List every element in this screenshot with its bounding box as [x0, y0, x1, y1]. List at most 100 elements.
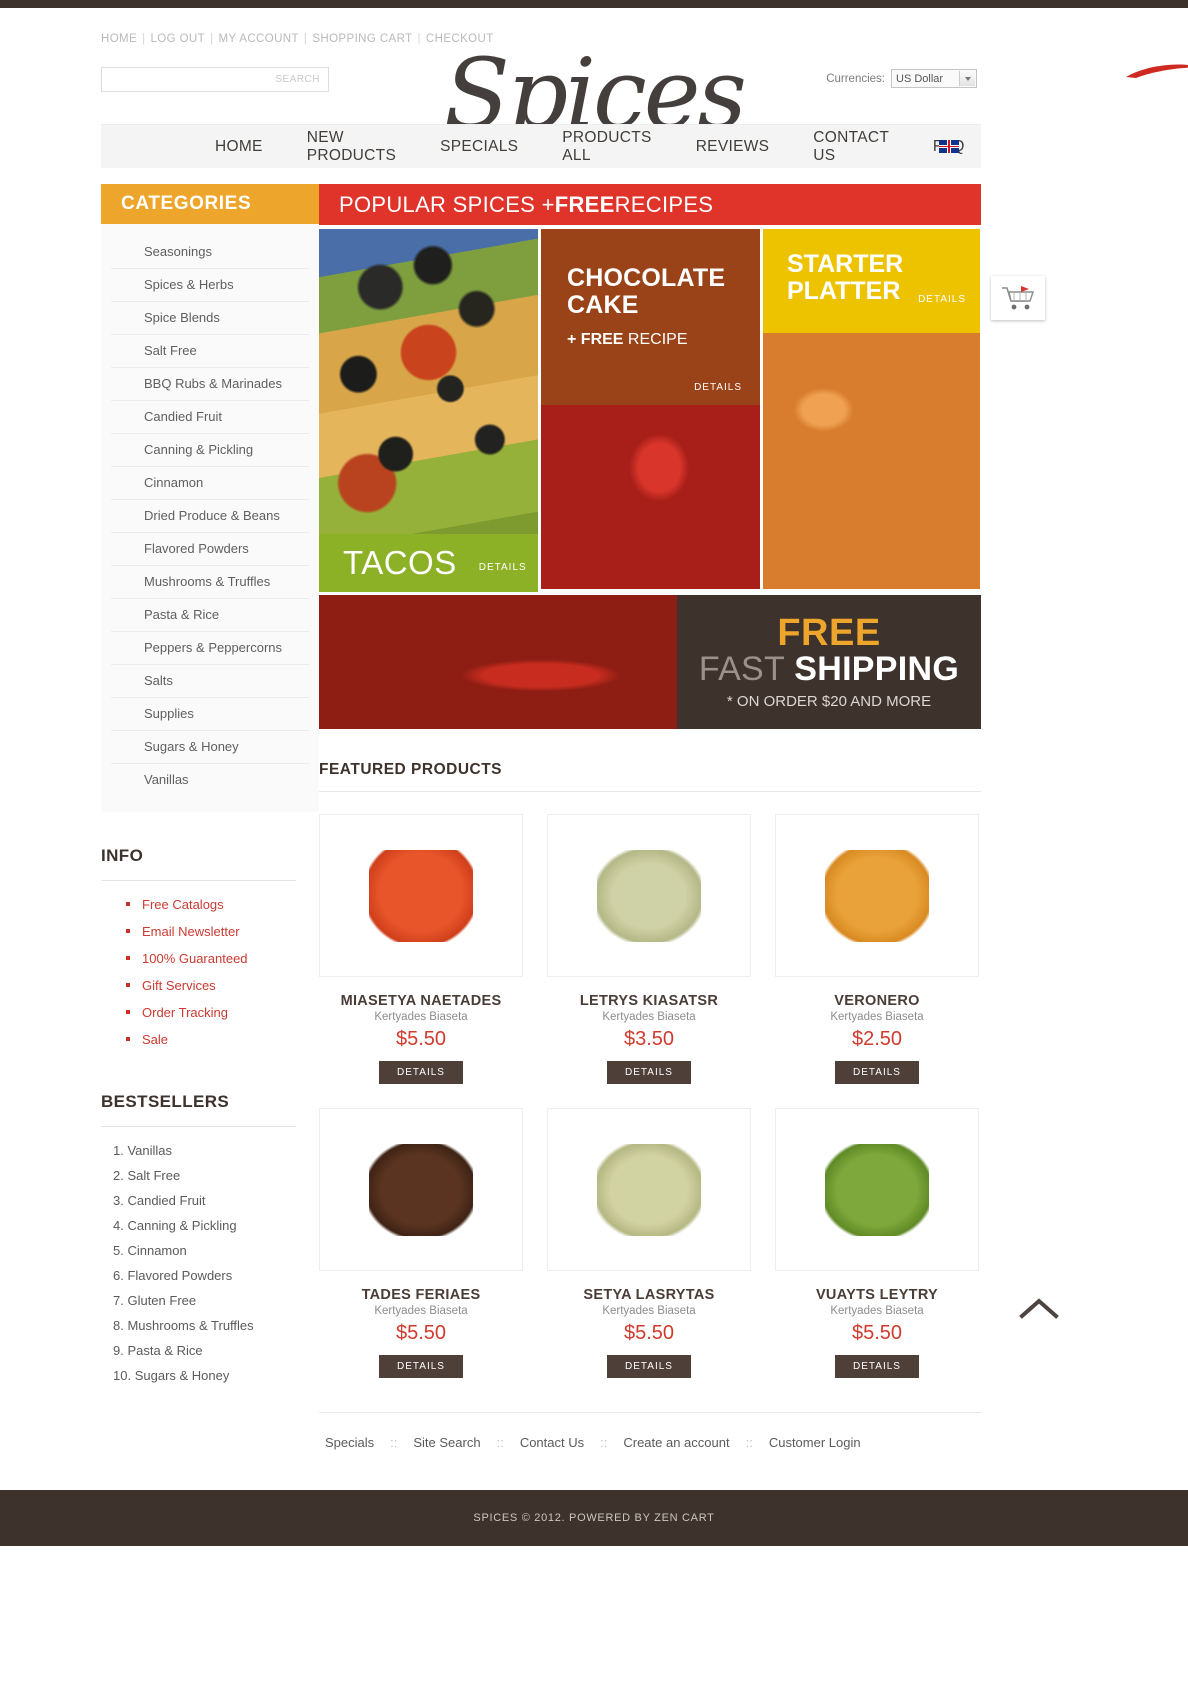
list-item[interactable]: Flavored Powders — [113, 1268, 319, 1293]
category-item[interactable]: Canning & Pickling — [111, 434, 309, 467]
product-image[interactable] — [547, 1108, 751, 1271]
nav-item-new-products[interactable]: NEW PRODUCTS — [285, 129, 418, 165]
category-link[interactable]: Flavored Powders — [144, 541, 249, 556]
product-card[interactable]: TADES FERIAES Kertyades Biaseta $5.50 DE… — [319, 1108, 523, 1378]
list-item[interactable]: Free Catalogs — [126, 896, 319, 923]
category-item[interactable]: Flavored Powders — [111, 533, 309, 566]
product-card[interactable]: VUAYTS LEYTRY Kertyades Biaseta $5.50 DE… — [775, 1108, 979, 1378]
category-item[interactable]: Cinnamon — [111, 467, 309, 500]
list-item[interactable]: Order Tracking — [126, 1004, 319, 1031]
footer-link-contact-us[interactable]: Contact Us — [520, 1435, 584, 1450]
bestseller-link[interactable]: Cinnamon — [127, 1243, 186, 1258]
category-link[interactable]: Dried Produce & Beans — [144, 508, 280, 523]
nav-item-reviews[interactable]: REVIEWS — [674, 138, 792, 156]
category-link[interactable]: Canning & Pickling — [144, 442, 253, 457]
info-link[interactable]: Sale — [142, 1032, 168, 1047]
bestseller-link[interactable]: Salt Free — [127, 1168, 180, 1183]
list-item[interactable]: Sale — [126, 1031, 319, 1058]
category-item[interactable]: Seasonings — [111, 236, 309, 269]
list-item[interactable]: Vanillas — [113, 1143, 319, 1168]
info-link[interactable]: Email Newsletter — [142, 924, 240, 939]
list-item[interactable]: Pasta & Rice — [113, 1343, 319, 1368]
search-button[interactable]: SEARCH — [275, 74, 328, 85]
category-item[interactable]: Supplies — [111, 698, 309, 731]
bestseller-link[interactable]: Sugars & Honey — [135, 1368, 230, 1383]
category-link[interactable]: Salts — [144, 673, 173, 688]
category-item[interactable]: Salt Free — [111, 335, 309, 368]
product-details-button[interactable]: DETAILS — [379, 1355, 463, 1378]
footer-link-create-account[interactable]: Create an account — [623, 1435, 729, 1450]
bestseller-link[interactable]: Pasta & Rice — [127, 1343, 202, 1358]
tacos-details-link[interactable]: DETAILS — [479, 562, 527, 573]
floating-cart-button[interactable] — [991, 276, 1045, 320]
product-details-button[interactable]: DETAILS — [607, 1355, 691, 1378]
utility-link-logout[interactable]: LOG OUT — [151, 33, 206, 45]
info-link[interactable]: 100% Guaranteed — [142, 951, 248, 966]
bestseller-link[interactable]: Candied Fruit — [127, 1193, 205, 1208]
product-card[interactable]: MIASETYA NAETADES Kertyades Biaseta $5.5… — [319, 814, 523, 1084]
list-item[interactable]: Email Newsletter — [126, 923, 319, 950]
nav-item-products-all[interactable]: PRODUCTS ALL — [540, 129, 673, 165]
category-item[interactable]: Peppers & Peppercorns — [111, 632, 309, 665]
footer-link-specials[interactable]: Specials — [325, 1435, 374, 1450]
currency-dropdown[interactable]: US Dollar — [891, 69, 977, 88]
promo-tile-tacos[interactable]: TACOS DETAILS — [319, 229, 538, 592]
category-item[interactable]: Mushrooms & Truffles — [111, 566, 309, 599]
category-link[interactable]: Peppers & Peppercorns — [144, 640, 282, 655]
category-item[interactable]: Candied Fruit — [111, 401, 309, 434]
nav-item-specials[interactable]: SPECIALS — [418, 138, 540, 156]
category-link[interactable]: Pasta & Rice — [144, 607, 219, 622]
list-item[interactable]: Canning & Pickling — [113, 1218, 319, 1243]
scroll-to-top-button[interactable] — [1018, 1293, 1060, 1323]
category-item[interactable]: Sugars & Honey — [111, 731, 309, 764]
category-link[interactable]: Mushrooms & Truffles — [144, 574, 270, 589]
category-link[interactable]: Candied Fruit — [144, 409, 222, 424]
bestseller-link[interactable]: Vanillas — [127, 1143, 172, 1158]
product-image[interactable] — [775, 814, 979, 977]
bestseller-link[interactable]: Canning & Pickling — [127, 1218, 236, 1233]
category-item[interactable]: Pasta & Rice — [111, 599, 309, 632]
shipping-banner[interactable]: FREE FAST SHIPPING * ON ORDER $20 AND MO… — [319, 595, 981, 729]
list-item[interactable]: Salt Free — [113, 1168, 319, 1193]
category-item[interactable]: Salts — [111, 665, 309, 698]
product-image[interactable] — [319, 1108, 523, 1271]
utility-link-my-account[interactable]: MY ACCOUNT — [218, 33, 298, 45]
category-link[interactable]: Spice Blends — [144, 310, 220, 325]
list-item[interactable]: 100% Guaranteed — [126, 950, 319, 977]
category-link[interactable]: Salt Free — [144, 343, 197, 358]
category-link[interactable]: Cinnamon — [144, 475, 203, 490]
chocolate-details-link[interactable]: DETAILS — [694, 382, 742, 393]
list-item[interactable]: Mushrooms & Truffles — [113, 1318, 319, 1343]
uk-flag-icon[interactable] — [939, 140, 959, 153]
bestseller-link[interactable]: Gluten Free — [127, 1293, 196, 1308]
category-item[interactable]: Spice Blends — [111, 302, 309, 335]
nav-item-contact-us[interactable]: CONTACT US — [791, 129, 911, 165]
utility-link-checkout[interactable]: CHECKOUT — [426, 33, 494, 45]
list-item[interactable]: Gluten Free — [113, 1293, 319, 1318]
product-card[interactable]: SETYA LASRYTAS Kertyades Biaseta $5.50 D… — [547, 1108, 751, 1378]
product-image[interactable] — [319, 814, 523, 977]
product-details-button[interactable]: DETAILS — [379, 1061, 463, 1084]
search-box[interactable]: SEARCH — [101, 67, 329, 92]
promo-tile-starter[interactable]: STARTER PLATTER DETAILS — [763, 229, 980, 592]
category-link[interactable]: Sugars & Honey — [144, 739, 239, 754]
product-details-button[interactable]: DETAILS — [607, 1061, 691, 1084]
footer-link-site-search[interactable]: Site Search — [413, 1435, 480, 1450]
chevron-down-icon[interactable] — [959, 71, 975, 86]
search-input[interactable] — [102, 68, 276, 91]
nav-item-home[interactable]: HOME — [193, 138, 285, 156]
info-link[interactable]: Free Catalogs — [142, 897, 224, 912]
product-details-button[interactable]: DETAILS — [835, 1355, 919, 1378]
list-item[interactable]: Cinnamon — [113, 1243, 319, 1268]
product-details-button[interactable]: DETAILS — [835, 1061, 919, 1084]
utility-link-home[interactable]: HOME — [101, 33, 137, 45]
list-item[interactable]: Gift Services — [126, 977, 319, 1004]
info-link[interactable]: Gift Services — [142, 978, 216, 993]
starter-details-link[interactable]: DETAILS — [918, 294, 966, 305]
bestseller-link[interactable]: Mushrooms & Truffles — [127, 1318, 253, 1333]
category-item[interactable]: BBQ Rubs & Marinades — [111, 368, 309, 401]
utility-link-shopping-cart[interactable]: SHOPPING CART — [312, 33, 412, 45]
category-link[interactable]: Seasonings — [144, 244, 212, 259]
product-image[interactable] — [775, 1108, 979, 1271]
list-item[interactable]: Sugars & Honey — [113, 1368, 319, 1393]
